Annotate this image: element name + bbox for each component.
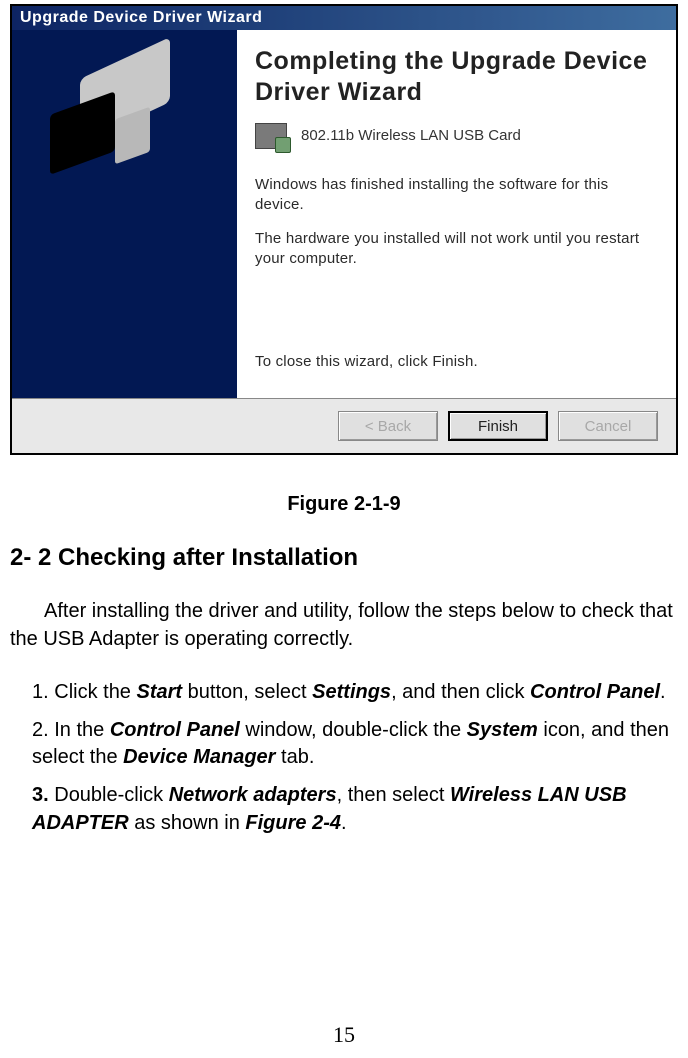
device-row: 802.11b Wireless LAN USB Card: [255, 123, 656, 149]
finish-button-label: Finish: [478, 418, 518, 435]
back-button: < Back: [338, 411, 438, 441]
wizard-heading: Completing the Upgrade Device Driver Wiz…: [255, 46, 656, 109]
wizard-body: Completing the Upgrade Device Driver Wiz…: [12, 30, 676, 398]
step-number: 2.: [32, 719, 49, 741]
step-number: 3.: [32, 784, 49, 806]
steps-list: 1. Click the Start button, select Settin…: [10, 679, 678, 837]
device-name: 802.11b Wireless LAN USB Card: [301, 127, 521, 144]
figure-caption: Figure 2-1-9: [10, 493, 678, 516]
cancel-button-label: Cancel: [585, 418, 632, 435]
title-bar: Upgrade Device Driver Wizard: [12, 6, 676, 30]
wizard-text-restart: The hardware you installed will not work…: [255, 229, 656, 270]
wizard-window: Upgrade Device Driver Wizard Completing …: [10, 4, 678, 455]
section-heading: 2- 2 Checking after Installation: [10, 544, 678, 572]
device-graphic-icon: [50, 58, 200, 168]
wizard-close-hint: To close this wizard, click Finish.: [255, 352, 656, 372]
step-1: 1. Click the Start button, select Settin…: [32, 679, 678, 707]
finish-button[interactable]: Finish: [448, 411, 548, 441]
page-number: 15: [0, 1022, 688, 1048]
hardware-icon: [255, 123, 287, 149]
step-2: 2. In the Control Panel window, double-c…: [32, 717, 678, 772]
button-bar: < Back Finish Cancel: [12, 398, 676, 453]
back-button-label: < Back: [365, 418, 411, 435]
window-title: Upgrade Device Driver Wizard: [20, 9, 262, 26]
intro-paragraph: After installing the driver and utility,…: [10, 598, 678, 653]
wizard-text-finished: Windows has finished installing the soft…: [255, 175, 656, 216]
wizard-content: Completing the Upgrade Device Driver Wiz…: [237, 30, 676, 398]
step-3: 3. Double-click Network adapters, then s…: [32, 782, 678, 837]
cancel-button: Cancel: [558, 411, 658, 441]
step-number: 1.: [32, 681, 49, 703]
wizard-sidebar-graphic: [12, 30, 237, 398]
